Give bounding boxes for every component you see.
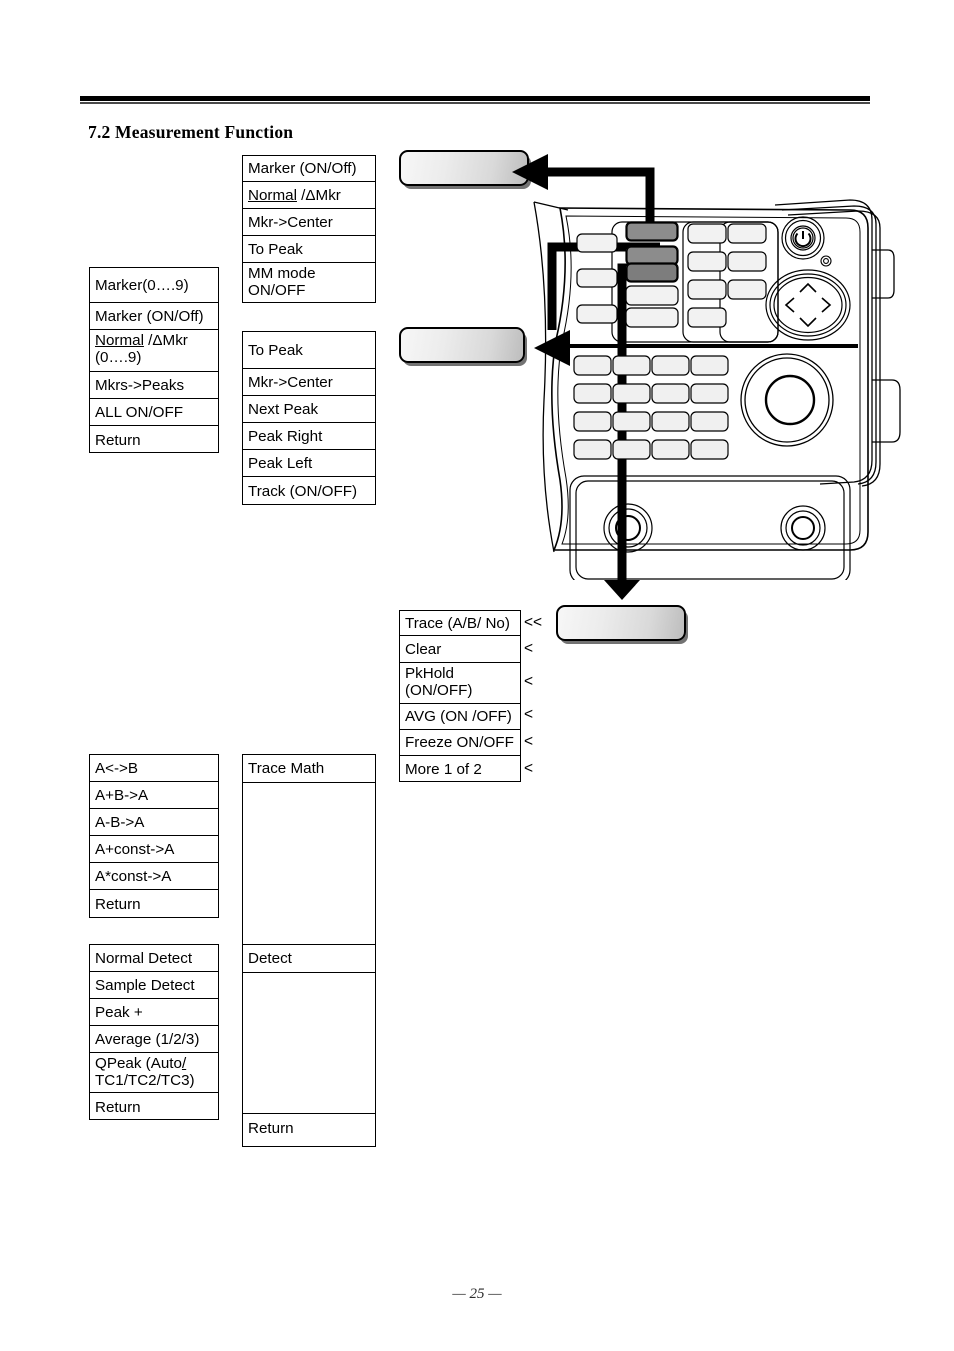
menu-item[interactable]: Marker(0….9) — [90, 268, 218, 303]
menu-item[interactable]: A<->B — [90, 755, 218, 782]
menu-item[interactable]: Marker (ON/Off) — [243, 156, 375, 182]
trace-row-marker: < — [524, 706, 534, 723]
menu-item[interactable]: Peak Right — [243, 423, 375, 450]
menu-item[interactable]: Clear — [400, 636, 520, 663]
menu-item[interactable]: QPeak (Auto/ TC1/TC2/TC3) — [90, 1053, 218, 1093]
trace-row-marker: < — [524, 733, 534, 750]
trace-row-marker: << — [524, 614, 543, 631]
menu-item[interactable]: Sample Detect — [90, 972, 218, 999]
menu-item[interactable]: A-B->A — [90, 809, 218, 836]
menu-item[interactable]: Freeze ON/OFF — [400, 730, 520, 756]
menu-item[interactable]: Normal /ΔMkr (0….9) — [90, 330, 218, 372]
menu-item[interactable]: Track (ON/OFF) — [243, 477, 375, 505]
menu-item[interactable]: Return — [90, 426, 218, 454]
menu-item-line1: QPeak (Auto/ — [95, 1055, 187, 1072]
chevron-right-icon — [821, 297, 832, 313]
menu-item-line1: MM mode — [248, 265, 316, 282]
menu-item-line2: TC1/TC2/TC3) — [95, 1072, 195, 1090]
peak-softkey-callout[interactable] — [399, 327, 525, 363]
menu-item-line1: Normal /ΔMkr — [95, 332, 188, 349]
menu-item[interactable]: Peak + — [90, 999, 218, 1026]
arrow-head-trace — [604, 580, 640, 600]
menu-item[interactable]: Normal /ΔMkr — [243, 182, 375, 209]
trace-menu-box: Trace (A/B/ No) Clear PkHold (ON/OFF) AV… — [399, 610, 521, 782]
menu-item[interactable]: ALL ON/OFF — [90, 399, 218, 426]
manual-page: 7.2 Measurement Function Marker (ON/Off)… — [0, 0, 954, 1351]
menu-item-underlined-label: Normal — [248, 186, 297, 204]
detect-menu-box: Normal Detect Sample Detect Peak + Avera… — [89, 944, 219, 1120]
marker-menu-box: Marker (ON/Off) Normal /ΔMkr Mkr->Center… — [242, 155, 376, 303]
menu-spacer — [243, 783, 375, 945]
menu-item[interactable]: A+const->A — [90, 836, 218, 863]
page-title: 7.2 Measurement Function — [88, 122, 294, 142]
instrument-illustration — [533, 199, 901, 580]
menu-item[interactable]: Average (1/2/3) — [90, 1026, 218, 1053]
menu-item[interactable]: To Peak — [243, 332, 375, 369]
menu-item[interactable]: More 1 of 2 — [400, 756, 520, 783]
menu-item[interactable]: Return — [90, 1093, 218, 1121]
peak-menu-box: To Peak Mkr->Center Next Peak Peak Right… — [242, 331, 376, 505]
menu-item[interactable]: A+B->A — [90, 782, 218, 809]
chevron-left-icon — [784, 297, 795, 313]
menu-item[interactable]: Return — [90, 890, 218, 919]
menu-item[interactable]: Normal Detect — [90, 945, 218, 972]
menu-item[interactable]: A*const->A — [90, 863, 218, 890]
menu-item[interactable]: Peak Left — [243, 450, 375, 477]
menu-item-line1: PkHold — [405, 665, 454, 682]
trace-softkey-callout[interactable] — [556, 605, 686, 641]
marker-sub-menu-box: Marker(0….9) Marker (ON/Off) Normal /ΔMk… — [89, 267, 219, 453]
page-footer: — 25 — — [452, 1286, 502, 1302]
menu-item-line2: ON/OFF — [248, 282, 306, 300]
menu-item[interactable]: Mkrs->Peaks — [90, 372, 218, 399]
menu-item[interactable]: Detect — [243, 945, 375, 973]
trace-row-marker: < — [524, 760, 534, 777]
menu-item[interactable]: Trace Math — [243, 755, 375, 783]
menu-spacer — [243, 973, 375, 1114]
chevron-up-icon — [799, 282, 817, 293]
menu-item[interactable]: Next Peak — [243, 396, 375, 423]
menu-item[interactable]: Return — [243, 1114, 375, 1143]
menu-item[interactable]: AVG (ON /OFF) — [400, 704, 520, 730]
header-rule-shadow — [80, 102, 870, 104]
trace-math-menu-box: A<->B A+B->A A-B->A A+const->A A*const->… — [89, 754, 219, 918]
menu-item-line2: (ON/OFF) — [405, 682, 473, 700]
trace-row-marker: < — [524, 640, 534, 657]
chevron-down-icon — [799, 317, 817, 328]
menu-item[interactable]: Mkr->Center — [243, 369, 375, 396]
menu-item[interactable]: Trace (A/B/ No) — [400, 611, 520, 636]
trace-row-marker: < — [524, 673, 534, 690]
menu-item[interactable]: To Peak — [243, 236, 375, 263]
menu-item[interactable]: MM mode ON/OFF — [243, 263, 375, 304]
right-column-menu-box: Trace Math Detect Return — [242, 754, 376, 1147]
power-icon — [794, 231, 812, 248]
marker-softkey-callout[interactable] — [399, 150, 529, 186]
menu-item-line2: (0….9) — [95, 349, 142, 367]
menu-item[interactable]: Mkr->Center — [243, 209, 375, 236]
header-rule — [80, 96, 870, 101]
menu-item[interactable]: Marker (ON/Off) — [90, 303, 218, 330]
menu-item[interactable]: PkHold (ON/OFF) — [400, 663, 520, 704]
